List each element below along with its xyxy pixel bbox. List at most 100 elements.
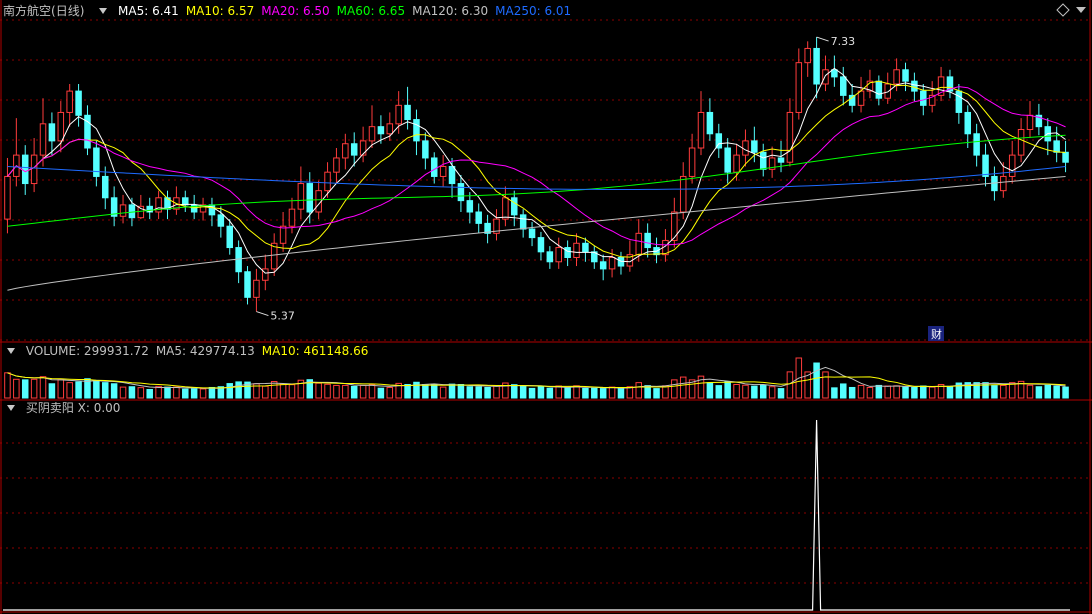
- candle-body: [413, 119, 420, 142]
- volume-bar: [21, 379, 29, 399]
- candle-body: [635, 232, 643, 256]
- expand-arrow-icon[interactable]: [1076, 7, 1086, 13]
- ma10-line: [7, 80, 1066, 258]
- candle-body: [30, 154, 38, 185]
- candle-body: [1026, 114, 1034, 131]
- volume-bar: [751, 385, 758, 399]
- volume-bar: [1044, 384, 1052, 399]
- volume-bar: [235, 381, 242, 399]
- candle-body: [1053, 140, 1060, 153]
- volume-bar: [555, 385, 562, 399]
- candle-body: [377, 126, 385, 135]
- candle-body: [306, 183, 314, 213]
- candle-body: [831, 69, 838, 78]
- candle-body: [48, 123, 56, 142]
- candle-body: [893, 69, 900, 85]
- volume-bar: [635, 382, 643, 399]
- volume-bar: [342, 384, 349, 399]
- finance-marker[interactable]: 财: [928, 326, 944, 341]
- volume-bar: [644, 385, 651, 399]
- volume-bar: [537, 385, 545, 399]
- ma20-line: [7, 86, 1066, 246]
- volume-bar: [582, 387, 589, 399]
- candle-body: [253, 279, 260, 298]
- candle-body: [386, 123, 394, 135]
- volume-bar: [813, 362, 820, 399]
- candle-body: [777, 157, 785, 163]
- volume-bar: [893, 385, 900, 399]
- volume-bar: [4, 372, 11, 399]
- candle-body: [759, 151, 767, 170]
- candle-body: [973, 133, 980, 156]
- volume-bar: [270, 381, 278, 399]
- volume-bar: [928, 386, 936, 399]
- volume-bar: [208, 386, 216, 399]
- candle-body: [564, 247, 571, 259]
- candle-body: [840, 76, 847, 96]
- candle-body: [644, 232, 651, 249]
- candle-body: [795, 62, 803, 113]
- volume-bar: [448, 383, 456, 399]
- diamond-icon[interactable]: [1056, 3, 1070, 17]
- volume-bar: [991, 385, 998, 399]
- volume-bar: [777, 388, 785, 399]
- candle-body: [511, 197, 518, 216]
- finance-marker-label: 财: [931, 327, 942, 341]
- volume-bar: [662, 385, 669, 399]
- candle-body: [359, 140, 367, 156]
- candle-body: [804, 47, 811, 64]
- volume-bar: [439, 386, 447, 399]
- candle-body: [813, 47, 820, 85]
- volume-bar: [866, 386, 874, 399]
- candle-body: [671, 211, 678, 241]
- candle-body: [297, 183, 305, 210]
- candle-body: [688, 147, 696, 177]
- volume-bar: [857, 384, 865, 399]
- candlestick-chart[interactable]: 7.33 5.37 财: [0, 0, 1092, 614]
- candle-body: [955, 90, 963, 113]
- candle-body: [457, 183, 465, 202]
- volume-bar: [715, 385, 723, 399]
- volume-bar: [848, 386, 856, 399]
- candle-body: [857, 90, 865, 106]
- ma5-line: [7, 67, 1066, 274]
- candle-body: [430, 157, 438, 177]
- volume-bar: [519, 385, 527, 399]
- candle-body: [679, 175, 687, 213]
- volume-ma10-line: [7, 372, 1066, 389]
- candle-body: [751, 140, 758, 153]
- volume-bar: [48, 383, 56, 399]
- candle-body: [57, 111, 65, 142]
- candle-body: [4, 175, 11, 220]
- candle-body: [902, 69, 909, 82]
- volume-bar: [368, 383, 376, 399]
- volume-bar: [137, 387, 145, 399]
- volume-bar: [1062, 386, 1069, 399]
- candle-body: [333, 157, 340, 173]
- volume-bar: [1026, 384, 1034, 399]
- candle-body: [875, 80, 883, 99]
- candle-body: [599, 261, 607, 270]
- candle-body: [1017, 129, 1025, 156]
- candle-body: [537, 237, 545, 253]
- indicator-x-line: [3, 419, 1070, 611]
- candle-body: [448, 165, 456, 185]
- candle-body: [217, 214, 225, 227]
- candle-body: [546, 251, 554, 263]
- volume-bar: [75, 381, 82, 399]
- candle-body: [93, 147, 100, 177]
- volume-bar: [39, 376, 47, 399]
- volume-bar: [128, 386, 136, 399]
- volume-bar: [422, 383, 429, 399]
- volume-bar: [759, 384, 767, 399]
- volume-bar: [591, 387, 598, 399]
- volume-bar: [1053, 385, 1060, 399]
- volume-bar: [110, 383, 118, 399]
- candle-body: [848, 94, 856, 106]
- volume-bar: [493, 385, 500, 399]
- candle-body: [39, 123, 47, 156]
- volume-bar: [359, 384, 367, 399]
- candle-body: [884, 83, 891, 99]
- candle-body: [528, 228, 536, 239]
- volume-bar: [546, 387, 554, 399]
